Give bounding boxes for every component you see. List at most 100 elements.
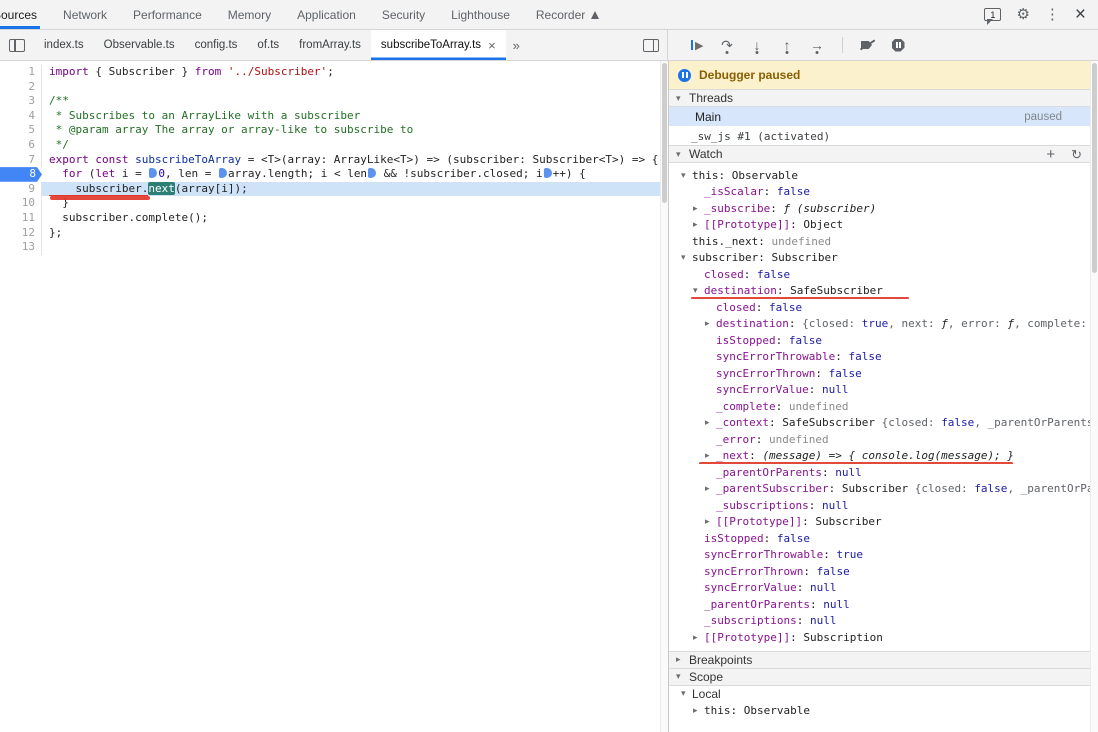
more-options-icon[interactable]: ⋮ — [1045, 7, 1060, 22]
line-number[interactable]: 5 — [0, 123, 42, 138]
watch-row[interactable]: ▸[[Prototype]]: Object — [669, 217, 1090, 234]
inline-breakpoint-marker-icon[interactable] — [544, 168, 552, 178]
watch-row[interactable]: ▾this: Observable — [669, 167, 1090, 184]
editor-line[interactable]: 5 * @param array The array or array-like… — [0, 123, 660, 138]
watch-row[interactable]: this._next: undefined — [669, 233, 1090, 250]
step-icon[interactable]: → — [804, 34, 830, 56]
resume-icon[interactable]: ▶ — [684, 34, 710, 56]
section-header-breakpoints[interactable]: ▸ Breakpoints — [669, 651, 1090, 669]
file-tab[interactable]: fromArray.ts — [289, 30, 371, 60]
panel-tab-sources[interactable]: Sources — [0, 0, 50, 29]
watch-row[interactable]: ▸_next: (message) => { console.log(messa… — [669, 448, 1090, 465]
chevron-right-icon[interactable]: ▸ — [705, 417, 716, 428]
editor-line[interactable]: 9 subscriber.next(array[i]); — [0, 182, 660, 197]
watch-row[interactable]: _parentOrParents: null — [669, 464, 1090, 481]
watch-row[interactable]: ▸destination: {closed: true, next: ƒ, er… — [669, 316, 1090, 333]
line-number[interactable]: 10 — [0, 196, 42, 211]
close-tab-icon[interactable]: × — [488, 39, 496, 52]
watch-row[interactable]: ▾destination: SafeSubscriber — [669, 283, 1090, 300]
editor-line[interactable]: 3/** — [0, 94, 660, 109]
watch-row[interactable]: syncErrorValue: null — [669, 580, 1090, 597]
file-tab[interactable]: index.ts — [34, 30, 94, 60]
editor-line[interactable]: 11 subscriber.complete(); — [0, 211, 660, 226]
section-header-threads[interactable]: ▾ Threads — [669, 89, 1090, 107]
line-number[interactable]: 13 — [0, 240, 42, 255]
line-number[interactable]: 4 — [0, 109, 42, 124]
watch-row[interactable]: isStopped: false — [669, 530, 1090, 547]
chevron-right-icon[interactable]: ▸ — [693, 705, 704, 716]
panel-tab-memory[interactable]: Memory — [215, 0, 284, 29]
watch-row[interactable]: _subscriptions: null — [669, 497, 1090, 514]
thread-row[interactable]: Mainpaused — [669, 107, 1090, 126]
more-tabs-icon[interactable]: » — [506, 30, 527, 60]
settings-gear-icon[interactable]: ⚙ — [1016, 7, 1029, 22]
editor-line[interactable]: 4 * Subscribes to an ArrayLike with a su… — [0, 109, 660, 124]
watch-row[interactable]: syncErrorThrowable: true — [669, 547, 1090, 564]
panel-tab-security[interactable]: Security — [369, 0, 438, 29]
panel-tab-application[interactable]: Application — [284, 0, 369, 29]
watch-row[interactable]: syncErrorThrown: false — [669, 563, 1090, 580]
editor-scrollbar[interactable] — [660, 61, 668, 732]
watch-row[interactable]: _parentOrParents: null — [669, 596, 1090, 613]
section-header-watch[interactable]: ▾ Watch + ↻ — [669, 145, 1090, 163]
step-into-icon[interactable]: ↓ — [744, 34, 770, 56]
panel-tab-lighthouse[interactable]: Lighthouse — [438, 0, 523, 29]
file-tab[interactable]: config.ts — [185, 30, 248, 60]
step-over-icon[interactable]: ↷ — [714, 34, 740, 56]
line-number[interactable]: 12 — [0, 226, 42, 241]
file-tab[interactable]: of.ts — [247, 30, 289, 60]
console-messages-icon[interactable]: 1 — [984, 8, 1001, 21]
line-number[interactable]: 6 — [0, 138, 42, 153]
chevron-right-icon[interactable]: ▸ — [705, 318, 716, 329]
watch-row[interactable]: _subscriptions: null — [669, 613, 1090, 630]
watch-row[interactable]: _isScalar: false — [669, 184, 1090, 201]
chevron-right-icon[interactable]: ▸ — [705, 450, 716, 461]
pause-on-exceptions-icon[interactable] — [885, 34, 911, 56]
editor-line[interactable]: 1import { Subscriber } from '../Subscrib… — [0, 65, 660, 80]
scope-row[interactable]: ▸this: Observable — [669, 702, 1090, 719]
editor-line[interactable]: 2 — [0, 80, 660, 95]
step-out-icon[interactable]: ↑ — [774, 34, 800, 56]
watch-row[interactable]: ▸_subscribe: ƒ (subscriber) — [669, 200, 1090, 217]
watch-row[interactable]: _complete: undefined — [669, 398, 1090, 415]
debugger-panel-toggle-icon[interactable] — [643, 39, 659, 52]
deactivate-breakpoints-icon[interactable] — [855, 34, 881, 56]
line-number[interactable]: 7 — [0, 153, 42, 168]
chevron-down-icon[interactable]: ▾ — [693, 285, 704, 296]
navigator-panel-toggle-icon[interactable] — [9, 39, 25, 52]
thread-row[interactable]: _sw_js #1 (activated) — [669, 126, 1090, 146]
panel-tab-performance[interactable]: Performance — [120, 0, 215, 29]
watch-row[interactable]: closed: false — [669, 299, 1090, 316]
code-editor[interactable]: 1import { Subscriber } from '../Subscrib… — [0, 61, 660, 732]
editor-line[interactable]: 13 — [0, 240, 660, 255]
chevron-down-icon[interactable]: ▾ — [681, 688, 692, 699]
watch-row[interactable]: isStopped: false — [669, 332, 1090, 349]
add-watch-icon[interactable]: + — [1046, 147, 1055, 162]
watch-row[interactable]: _error: undefined — [669, 431, 1090, 448]
section-header-scope[interactable]: ▾ Scope — [669, 668, 1090, 686]
watch-row[interactable]: ▸_context: SafeSubscriber {closed: false… — [669, 415, 1090, 432]
chevron-down-icon[interactable]: ▾ — [681, 170, 692, 181]
chevron-right-icon[interactable]: ▸ — [693, 203, 704, 214]
watch-row[interactable]: ▸_parentSubscriber: Subscriber {closed: … — [669, 481, 1090, 498]
line-number[interactable]: 11 — [0, 211, 42, 226]
inline-breakpoint-marker-icon[interactable] — [368, 168, 376, 178]
line-number[interactable]: 1 — [0, 65, 42, 80]
watch-row[interactable]: syncErrorThrowable: false — [669, 349, 1090, 366]
editor-line[interactable]: 7export const subscribeToArray = <T>(arr… — [0, 153, 660, 168]
panel-tab-recorder[interactable]: Recorder — [523, 0, 612, 29]
watch-row[interactable]: syncErrorThrown: false — [669, 365, 1090, 382]
inline-breakpoint-marker-icon[interactable] — [149, 168, 157, 178]
inline-breakpoint-marker-icon[interactable] — [219, 168, 227, 178]
line-number[interactable]: 2 — [0, 80, 42, 95]
watch-row[interactable]: syncErrorValue: null — [669, 382, 1090, 399]
chevron-right-icon[interactable]: ▸ — [693, 219, 704, 230]
watch-row[interactable]: ▸[[Prototype]]: Subscriber — [669, 514, 1090, 531]
chevron-right-icon[interactable]: ▸ — [705, 483, 716, 494]
line-number[interactable]: 3 — [0, 94, 42, 109]
sidebar-scrollbar[interactable] — [1090, 61, 1098, 732]
watch-row[interactable]: closed: false — [669, 266, 1090, 283]
chevron-down-icon[interactable]: ▾ — [681, 252, 692, 263]
chevron-right-icon[interactable]: ▸ — [693, 632, 704, 643]
scope-row[interactable]: ▾Local — [669, 686, 1090, 703]
